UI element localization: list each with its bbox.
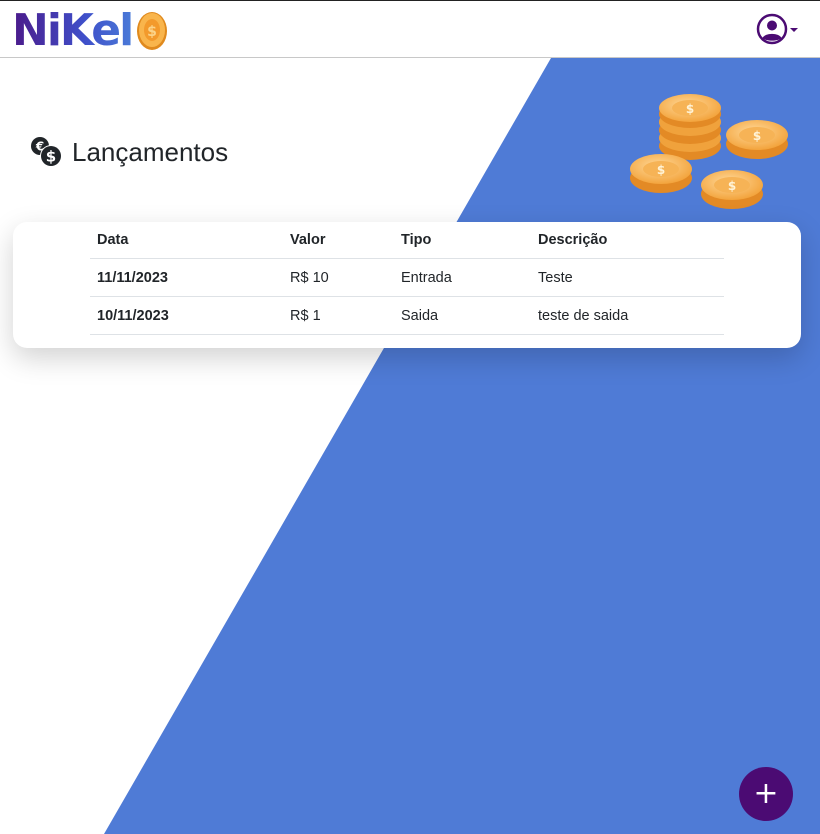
- top-navbar: NiKel $: [0, 0, 820, 58]
- add-transaction-button[interactable]: +: [739, 767, 793, 821]
- coins-illustration: $ $ $ $: [630, 94, 788, 209]
- cell-description: Teste: [531, 258, 724, 297]
- cell-date: 11/11/2023: [90, 258, 283, 297]
- chevron-down-icon: [790, 28, 798, 32]
- table-header-row: Data Valor Tipo Descrição: [90, 222, 724, 259]
- table-row: 11/11/2023 R$ 10 Entrada Teste: [90, 258, 724, 297]
- user-circle-icon: [756, 13, 788, 45]
- page-heading: € $ Lançamentos: [30, 135, 228, 169]
- cell-date: 10/11/2023: [90, 296, 283, 335]
- svg-text:$: $: [46, 148, 56, 166]
- user-menu-button[interactable]: [756, 13, 798, 45]
- cell-type: Entrada: [394, 258, 531, 297]
- column-header-tipo: Tipo: [394, 222, 531, 259]
- coin-icon: $: [137, 12, 168, 50]
- column-header-valor: Valor: [283, 222, 394, 259]
- svg-text:$: $: [147, 24, 157, 40]
- svg-text:$: $: [753, 129, 761, 143]
- cell-value: R$ 1: [283, 296, 394, 335]
- plus-icon: +: [753, 776, 779, 811]
- cell-type: Saida: [394, 296, 531, 335]
- page-title: Lançamentos: [72, 136, 229, 167]
- cell-value: R$ 10: [283, 258, 394, 297]
- svg-text:$: $: [686, 102, 694, 116]
- svg-text:$: $: [657, 163, 665, 177]
- transactions-card: Data Valor Tipo Descrição 11/11/2023 R$ …: [13, 222, 801, 348]
- brand-logo[interactable]: NiKel $: [12, 6, 170, 56]
- table-row: 10/11/2023 R$ 1 Saida teste de saida: [90, 296, 724, 335]
- column-header-descricao: Descrição: [531, 222, 724, 259]
- column-header-data: Data: [90, 222, 283, 259]
- logo-text: NiKel: [12, 5, 134, 56]
- transactions-table: Data Valor Tipo Descrição 11/11/2023 R$ …: [90, 222, 724, 335]
- coins-icon: € $: [31, 137, 62, 167]
- svg-text:$: $: [728, 179, 736, 193]
- cell-description: teste de saida: [531, 296, 724, 335]
